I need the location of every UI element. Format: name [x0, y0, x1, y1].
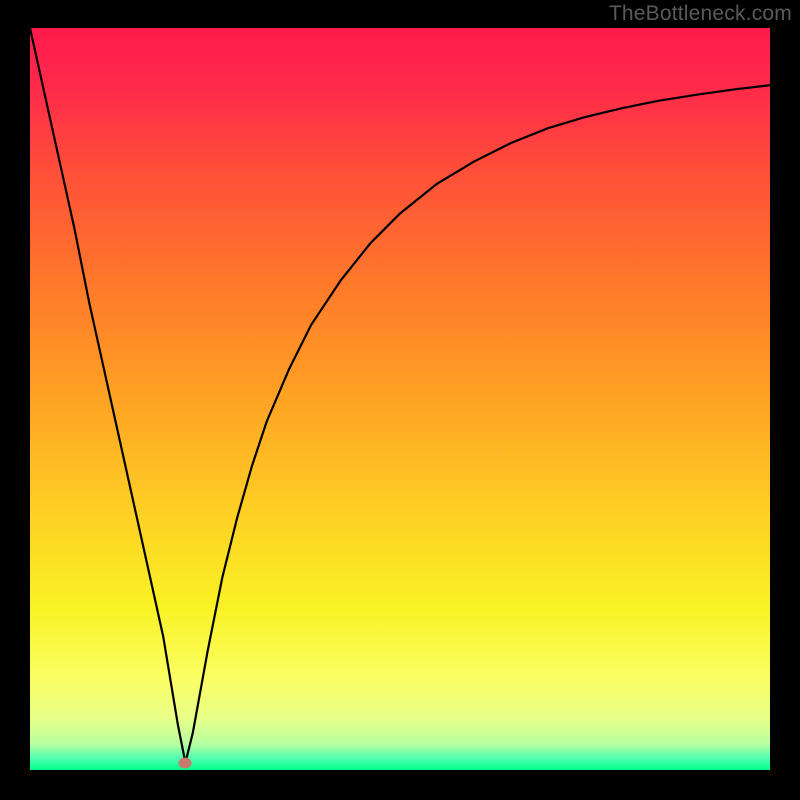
bottleneck-chart: TheBottleneck.com [0, 0, 800, 800]
plot-area [30, 28, 770, 770]
watermark-text: TheBottleneck.com [609, 2, 792, 26]
bottleneck-curve-svg [30, 28, 770, 770]
minimum-marker [179, 757, 192, 768]
bottleneck-curve-path [30, 28, 770, 763]
